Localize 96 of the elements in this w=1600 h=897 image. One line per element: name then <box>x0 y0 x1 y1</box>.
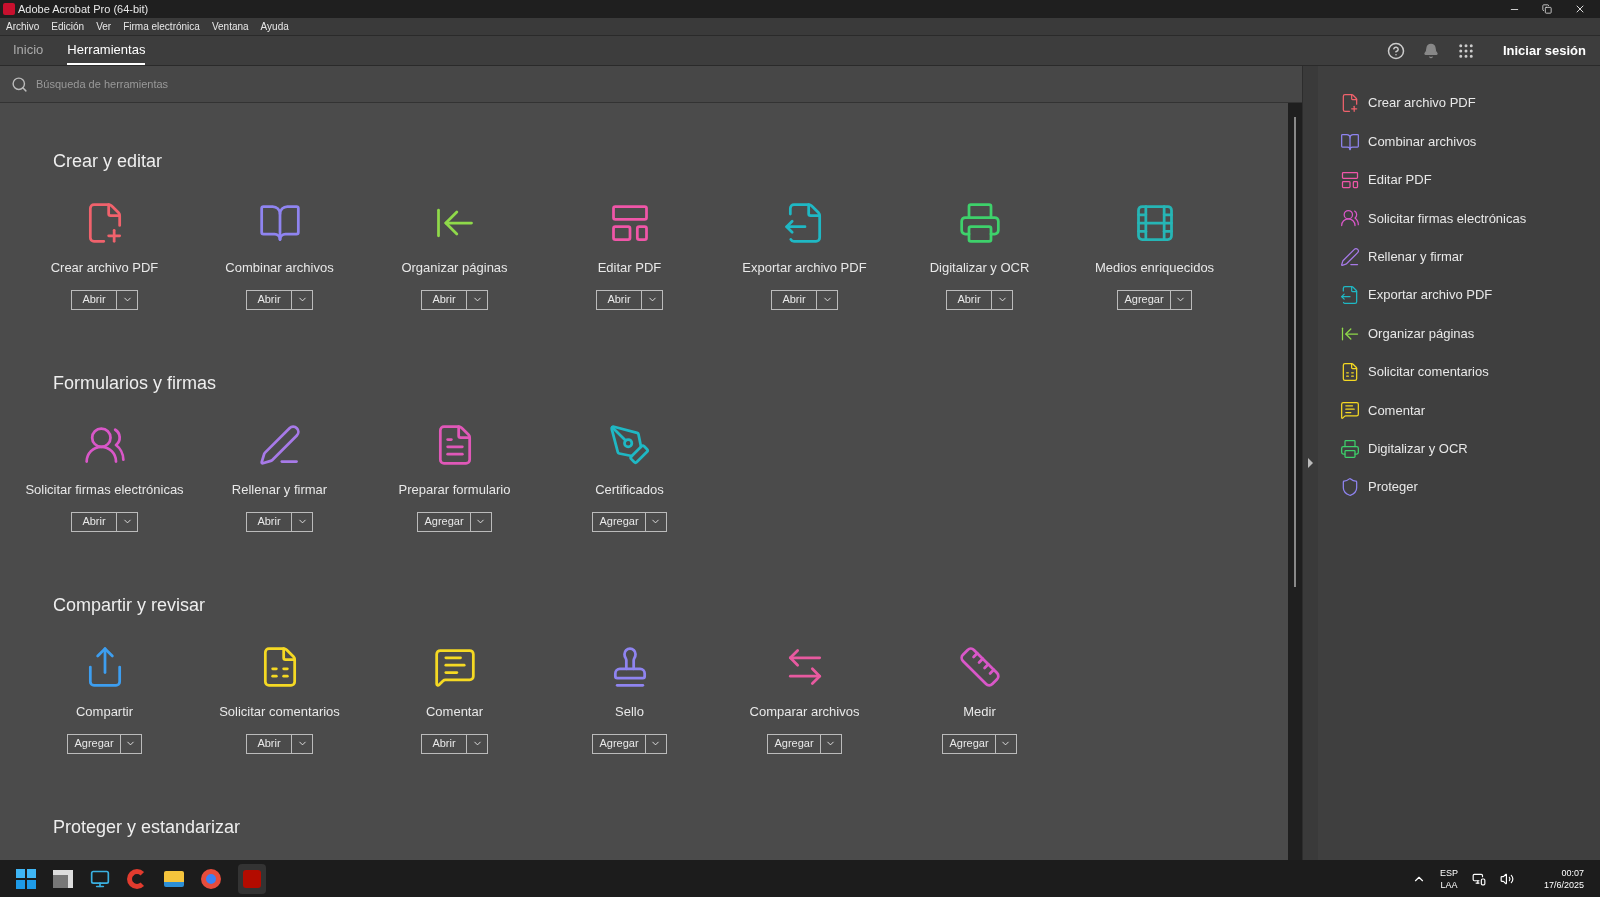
clock-time[interactable]: 00:07 <box>1561 866 1584 879</box>
tool-action-button[interactable]: Agregar <box>68 734 121 753</box>
tab[interactable]: Inicio <box>13 36 44 65</box>
tool-action-button[interactable]: Abrir <box>247 290 292 309</box>
tool-action-button[interactable]: Abrir <box>247 512 292 531</box>
apps-grid-icon[interactable] <box>1456 41 1475 60</box>
split-button[interactable]: Agregar <box>592 733 667 754</box>
side-tool-item[interactable]: Digitalizar y OCR <box>1368 438 1468 459</box>
folder-icon[interactable] <box>164 870 184 887</box>
split-button[interactable]: Agregar <box>767 733 842 754</box>
expand-arrow-icon[interactable] <box>1308 458 1313 468</box>
tool-label: Digitalizar y OCR <box>929 259 1030 277</box>
tool-label: Editar PDF <box>597 259 662 277</box>
window-title: Adobe Acrobat Pro (64-bit) <box>18 1 149 17</box>
tool-action-button[interactable]: Agregar <box>418 512 471 531</box>
bell-icon[interactable] <box>1422 42 1439 59</box>
side-tool-item[interactable]: Editar PDF <box>1368 170 1432 190</box>
tool-action-button[interactable]: Abrir <box>422 734 467 753</box>
split-button[interactable]: Agregar <box>417 511 492 532</box>
tool-label: Medios enriquecidos <box>1094 259 1215 277</box>
split-button[interactable]: Abrir <box>71 289 138 310</box>
split-button[interactable]: Abrir <box>246 733 313 754</box>
section-title: Crear y editar <box>53 150 164 173</box>
network-icon[interactable] <box>1471 871 1486 886</box>
tool-action-button[interactable]: Agregar <box>943 734 996 753</box>
menu-item[interactable]: Ver <box>96 19 112 34</box>
tool-label: Rellenar y firmar <box>231 481 328 499</box>
tool-label: Combinar archivos <box>225 259 334 277</box>
tool-action-button[interactable]: Abrir <box>72 290 117 309</box>
tool-action-button[interactable]: Agregar <box>593 734 646 753</box>
pdf-logo-icon <box>3 3 15 15</box>
split-button[interactable]: Agregar <box>67 733 142 754</box>
search-field[interactable]: Búsqueda de herramientas <box>36 75 436 93</box>
help-icon[interactable] <box>1386 41 1405 60</box>
keyboard-layout-label[interactable]: LAA <box>1440 878 1458 891</box>
tool-label: Comparar archivos <box>749 703 860 721</box>
clock-date[interactable]: 17/6/2025 <box>1543 878 1584 891</box>
windows-logo-icon[interactable] <box>16 868 36 889</box>
tool-label: Comentar <box>425 703 484 721</box>
search-icon <box>11 75 28 93</box>
menu-item[interactable]: Ventana <box>211 19 249 34</box>
section-title: Proteger y estandarizar <box>53 816 242 839</box>
restore-icon[interactable] <box>1542 4 1552 14</box>
side-tool-item[interactable]: Rellenar y firmar <box>1368 247 1464 267</box>
tool-action-button[interactable]: Agregar <box>1118 290 1171 309</box>
split-button[interactable]: Abrir <box>946 289 1013 310</box>
section-title: Compartir y revisar <box>53 594 207 617</box>
split-button[interactable]: Abrir <box>596 289 663 310</box>
split-button[interactable]: Agregar <box>592 511 667 532</box>
tool-action-button[interactable]: Abrir <box>597 290 642 309</box>
tool-label: Solicitar firmas electrónicas <box>25 481 184 499</box>
tool-action-button[interactable]: Abrir <box>947 290 992 309</box>
monitor-icon[interactable] <box>90 868 110 889</box>
menu-item[interactable]: Edición <box>51 19 85 34</box>
side-tool-item[interactable]: Solicitar comentarios <box>1368 362 1489 382</box>
tool-label: Preparar formulario <box>398 481 511 499</box>
split-button[interactable]: Abrir <box>421 289 488 310</box>
split-button[interactable]: Agregar <box>1117 289 1192 310</box>
tool-action-button[interactable]: Agregar <box>768 734 821 753</box>
split-button[interactable]: Abrir <box>246 511 313 532</box>
close-icon[interactable] <box>1574 3 1586 15</box>
menu-item[interactable]: Ayuda <box>260 19 289 34</box>
task-view-icon[interactable] <box>53 869 73 888</box>
language-label[interactable]: ESP <box>1439 866 1458 879</box>
side-tool-item[interactable]: Exportar archivo PDF <box>1368 285 1493 305</box>
tool-label: Solicitar comentarios <box>219 703 340 721</box>
side-tool-item[interactable]: Comentar <box>1368 400 1426 421</box>
tool-label: Medir <box>963 703 996 721</box>
tool-label: Organizar páginas <box>401 259 508 277</box>
split-button[interactable]: Abrir <box>771 289 838 310</box>
browser-icon[interactable] <box>201 868 221 889</box>
side-tool-item[interactable]: Organizar páginas <box>1368 323 1475 344</box>
split-button[interactable]: Abrir <box>421 733 488 754</box>
volume-icon[interactable] <box>1499 871 1514 886</box>
tool-action-button[interactable]: Agregar <box>593 512 646 531</box>
section-title: Formularios y firmas <box>53 372 218 395</box>
side-tool-item[interactable]: Solicitar firmas electrónicas <box>1368 208 1527 229</box>
tool-action-button[interactable]: Abrir <box>72 512 117 531</box>
tool-action-button[interactable]: Abrir <box>422 290 467 309</box>
side-tool-item[interactable]: Crear archivo PDF <box>1368 93 1476 113</box>
tool-action-button[interactable]: Abrir <box>772 290 817 309</box>
side-tool-item[interactable]: Proteger <box>1368 477 1418 497</box>
sign-in-button[interactable]: Iniciar sesión <box>1502 40 1586 61</box>
tool-action-button[interactable]: Abrir <box>247 734 292 753</box>
split-button[interactable]: Abrir <box>246 289 313 310</box>
tool-label: Sello <box>615 703 644 721</box>
tool-label: Certificados <box>595 481 664 499</box>
split-button[interactable]: Agregar <box>942 733 1017 754</box>
tool-label: Crear archivo PDF <box>50 259 159 277</box>
split-button[interactable]: Abrir <box>71 511 138 532</box>
tool-label: Compartir <box>75 703 134 721</box>
menu-item[interactable]: Archivo <box>6 19 40 34</box>
menu-item[interactable]: Firma electrónica <box>123 19 200 34</box>
tool-label: Exportar archivo PDF <box>742 259 867 277</box>
side-tool-item[interactable]: Combinar archivos <box>1368 131 1477 152</box>
pdf-app-icon[interactable] <box>238 863 266 894</box>
